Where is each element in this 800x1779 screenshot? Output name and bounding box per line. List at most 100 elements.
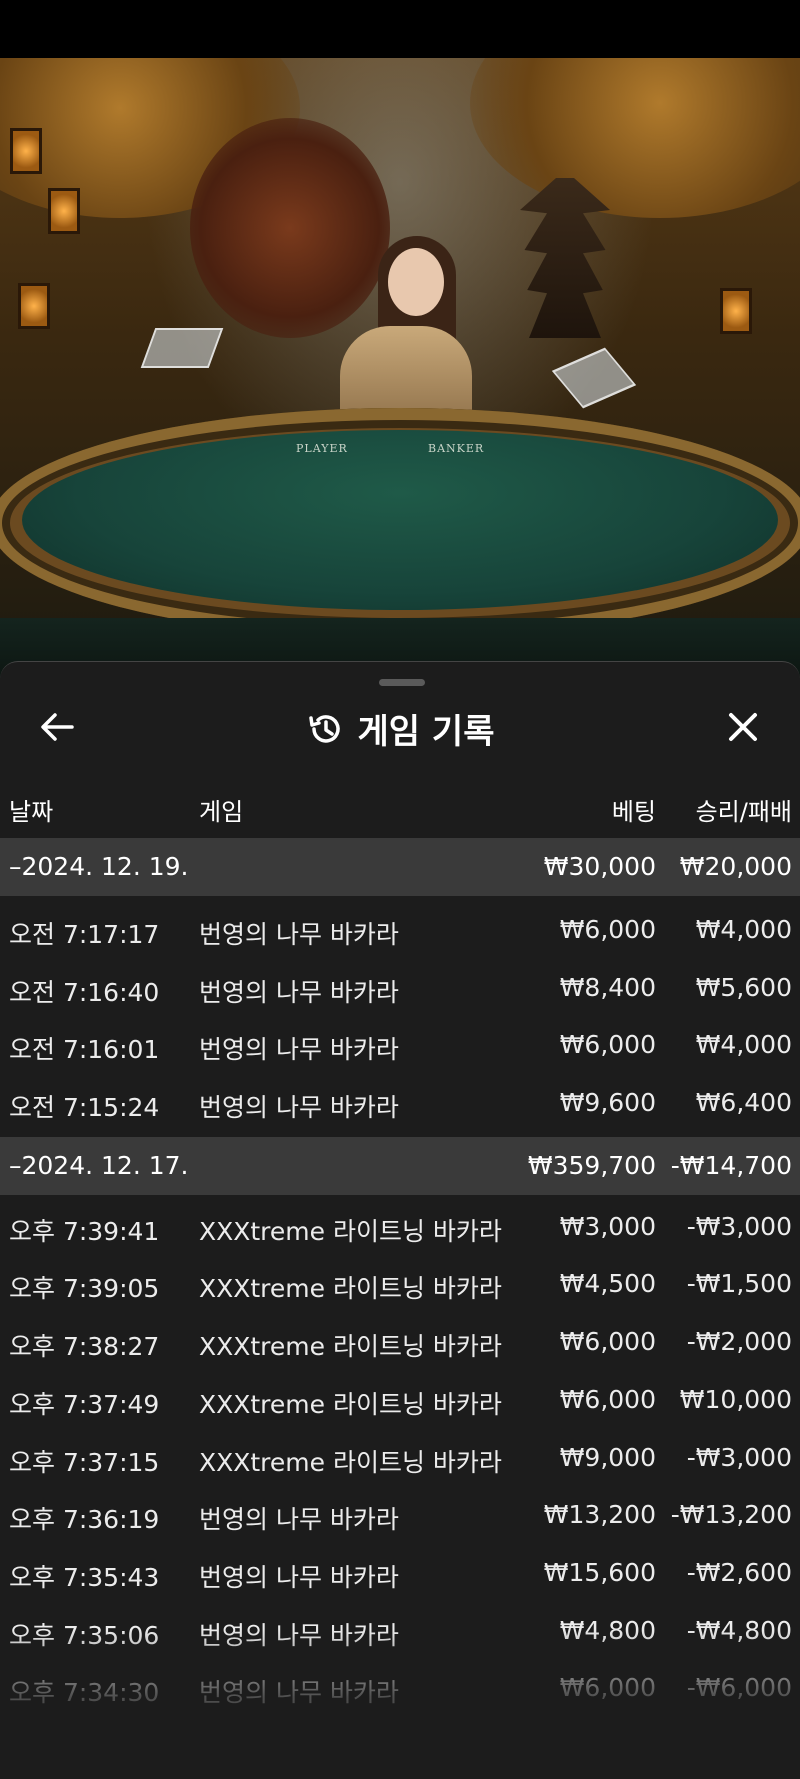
table-felt [22, 430, 778, 610]
row-time: 오후 7:34:30 [9, 1678, 160, 1708]
row-time: 오전 7:16:40 [9, 977, 160, 1007]
table-row[interactable]: 오후 7:36:19 번영의 나무 바카라 ₩13,200 -₩13,200 [0, 1487, 800, 1545]
row-result: ₩4,000 [695, 1030, 792, 1060]
history-icon [308, 714, 340, 743]
row-result: -₩13,200 [670, 1500, 792, 1530]
table-row[interactable]: 오전 7:16:01 번영의 나무 바카라 ₩6,000 ₩4,000 [0, 1017, 800, 1075]
close-button[interactable] [718, 702, 768, 752]
row-time: 오후 7:39:41 [9, 1216, 160, 1246]
card-shoe [140, 328, 224, 368]
discard-tray [551, 347, 637, 409]
row-game: 번영의 나무 바카라 [199, 1035, 399, 1065]
tree-foliage [190, 118, 390, 338]
row-bet: ₩9,600 [559, 1088, 656, 1118]
table-row[interactable]: 오전 7:17:17 번영의 나무 바카라 ₩6,000 ₩4,000 [0, 902, 800, 960]
row-result: -₩4,800 [686, 1615, 792, 1645]
row-bet: ₩4,800 [559, 1615, 656, 1645]
row-time: 오후 7:39:05 [9, 1274, 160, 1304]
table-row[interactable]: 오전 7:15:24 번영의 나무 바카라 ₩9,600 ₩6,400 [0, 1075, 800, 1133]
table-row[interactable]: 오후 7:39:05 XXXtreme 라이트닝 바카라 ₩4,500 -₩1,… [0, 1256, 800, 1314]
history-table: –2024. 12. 19. ₩30,000 ₩20,000 오전 7:17:1… [0, 838, 800, 1718]
table-header: 날짜 게임 베팅 승리/패배 [0, 792, 800, 832]
group-date: –2024. 12. 17. [9, 1150, 189, 1180]
row-result: ₩5,600 [695, 972, 792, 1002]
table-row[interactable]: 오후 7:37:15 XXXtreme 라이트닝 바카라 ₩9,000 -₩3,… [0, 1430, 800, 1488]
row-game: XXXtreme 라이트닝 바카라 [199, 1447, 502, 1477]
table-row[interactable]: 오후 7:39:41 XXXtreme 라이트닝 바카라 ₩3,000 -₩3,… [0, 1199, 800, 1257]
row-result: ₩4,000 [695, 915, 792, 944]
row-bet: ₩6,000 [559, 1673, 656, 1703]
row-time: 오후 7:36:19 [9, 1505, 160, 1535]
dealer-face [388, 248, 444, 316]
row-time: 오전 7:16:01 [9, 1035, 160, 1065]
table-row[interactable]: 오전 7:16:40 번영의 나무 바카라 ₩8,400 ₩5,600 [0, 960, 800, 1018]
row-bet: ₩8,400 [559, 972, 656, 1002]
row-game: 번영의 나무 바카라 [199, 1678, 399, 1708]
row-time: 오후 7:37:15 [9, 1447, 160, 1477]
row-time: 오후 7:38:27 [9, 1332, 160, 1362]
group-date: –2024. 12. 19. [9, 852, 189, 881]
row-bet: ₩9,000 [559, 1442, 656, 1472]
game-history-sheet: 게임 기록 날짜 게임 베팅 승리/패배 –2024. 12. 19. ₩30,… [0, 661, 800, 1779]
sheet-header: 게임 기록 [0, 704, 800, 753]
row-bet: ₩6,000 [559, 1030, 656, 1060]
lantern [10, 128, 42, 174]
row-bet: ₩6,000 [559, 915, 656, 944]
row-game: XXXtreme 라이트닝 바카라 [199, 1332, 502, 1362]
column-bet: 베팅 [611, 798, 656, 826]
group-result-total: -₩14,700 [670, 1150, 792, 1180]
page-title: 게임 기록 [357, 712, 495, 752]
table-row[interactable]: 오후 7:35:43 번영의 나무 바카라 ₩15,600 -₩2,600 [0, 1545, 800, 1603]
row-bet: ₩4,500 [559, 1269, 656, 1299]
row-game: 번영의 나무 바카라 [199, 920, 399, 949]
row-game: 번영의 나무 바카라 [199, 977, 399, 1007]
row-game: 번영의 나무 바카라 [199, 1093, 399, 1123]
row-time: 오후 7:35:43 [9, 1562, 160, 1592]
row-result: -₩2,600 [686, 1557, 792, 1587]
row-bet: ₩13,200 [543, 1500, 656, 1530]
row-bet: ₩6,000 [559, 1384, 656, 1414]
drag-handle[interactable] [379, 679, 425, 686]
column-result: 승리/패배 [695, 798, 792, 826]
group-result-total: ₩20,000 [679, 852, 792, 881]
close-icon [729, 713, 757, 741]
row-result: -₩3,000 [686, 1442, 792, 1472]
tree-foliage [470, 58, 800, 218]
pagoda [520, 178, 610, 338]
lantern [720, 288, 752, 334]
row-game: XXXtreme 라이트닝 바카라 [199, 1389, 502, 1419]
live-video-feed: PLAYER BANKER [0, 58, 800, 678]
date-group-header[interactable]: –2024. 12. 19. ₩30,000 ₩20,000 [0, 838, 800, 896]
row-result: ₩6,400 [695, 1088, 792, 1118]
lantern [18, 283, 50, 329]
row-result: -₩6,000 [686, 1673, 792, 1703]
felt-label-player: PLAYER [296, 442, 348, 455]
lantern [48, 188, 80, 234]
table-row[interactable]: 오후 7:34:30 번영의 나무 바카라 ₩6,000 -₩6,000 [0, 1660, 800, 1718]
row-game: XXXtreme 라이트닝 바카라 [199, 1216, 502, 1246]
row-bet: ₩15,600 [543, 1557, 656, 1587]
row-time: 오전 7:17:17 [9, 920, 160, 949]
table-row[interactable]: 오후 7:38:27 XXXtreme 라이트닝 바카라 ₩6,000 -₩2,… [0, 1314, 800, 1372]
table-row[interactable]: 오후 7:35:06 번영의 나무 바카라 ₩4,800 -₩4,800 [0, 1603, 800, 1661]
row-game: 번영의 나무 바카라 [199, 1620, 399, 1650]
group-bet-total: ₩30,000 [543, 852, 656, 881]
row-game: 번영의 나무 바카라 [199, 1505, 399, 1535]
table-row[interactable]: 오후 7:37:49 XXXtreme 라이트닝 바카라 ₩6,000 ₩10,… [0, 1372, 800, 1430]
row-result: -₩1,500 [686, 1269, 792, 1299]
column-game: 게임 [199, 798, 244, 826]
row-result: -₩2,000 [686, 1327, 792, 1357]
felt-label-banker: BANKER [428, 442, 485, 455]
row-time: 오전 7:15:24 [9, 1093, 160, 1123]
row-result: -₩3,000 [686, 1211, 792, 1241]
group-bet-total: ₩359,700 [527, 1150, 656, 1180]
row-game: XXXtreme 라이트닝 바카라 [199, 1274, 502, 1304]
row-bet: ₩6,000 [559, 1327, 656, 1357]
row-game: 번영의 나무 바카라 [199, 1562, 399, 1592]
row-time: 오후 7:37:49 [9, 1389, 160, 1419]
column-date: 날짜 [9, 798, 54, 826]
row-bet: ₩3,000 [559, 1211, 656, 1241]
row-time: 오후 7:35:06 [9, 1620, 160, 1650]
row-result: ₩10,000 [679, 1384, 792, 1414]
date-group-header[interactable]: –2024. 12. 17. ₩359,700 -₩14,700 [0, 1136, 800, 1195]
